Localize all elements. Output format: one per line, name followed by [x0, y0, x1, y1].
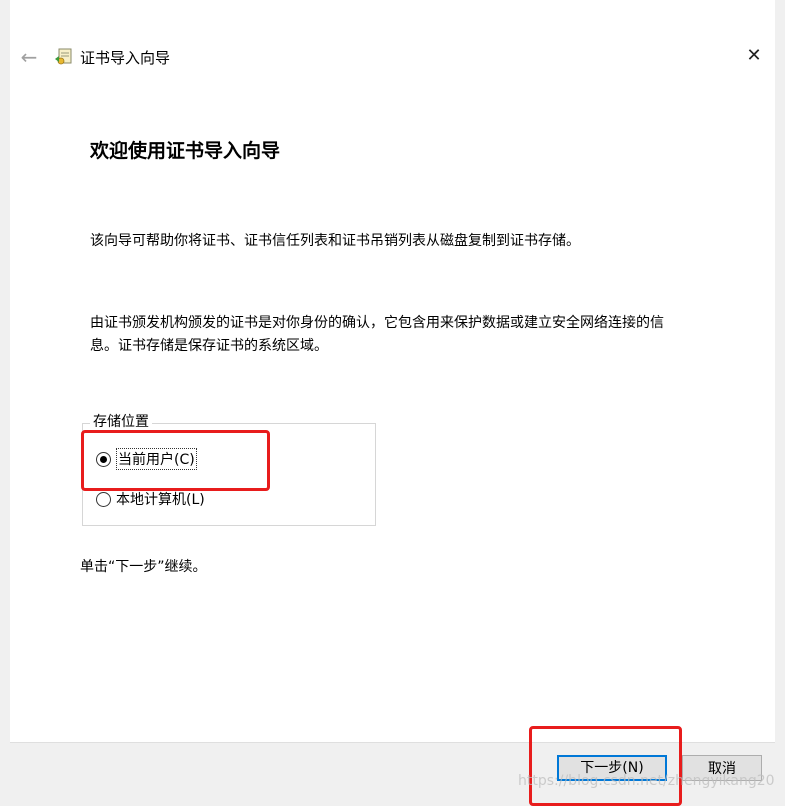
- intro-paragraph: 该向导可帮助你将证书、证书信任列表和证书吊销列表从磁盘复制到证书存储。: [90, 233, 580, 249]
- description-line-2: 息。证书存储是保存证书的系统区域。: [90, 338, 328, 354]
- close-icon[interactable]: ✕: [742, 44, 766, 68]
- wizard-title: 证书导入向导: [80, 49, 171, 67]
- page-heading: 欢迎使用证书导入向导: [90, 140, 281, 162]
- radio-local-machine[interactable]: 本地计算机(L): [96, 488, 205, 510]
- certificate-wizard-icon: [55, 48, 72, 65]
- red-annotation-box-next: [529, 726, 682, 806]
- continue-hint: 单击“下一步”继续。: [80, 559, 207, 575]
- storage-location-label: 存储位置: [90, 412, 152, 432]
- title-row: ← 证书导入向导 ✕: [10, 38, 775, 78]
- radio-label-local-machine: 本地计算机(L): [116, 492, 205, 508]
- description-paragraph: 由证书颁发机构颁发的证书是对你身份的确认，它包含用来保护数据或建立安全网络连接的…: [90, 312, 730, 358]
- certificate-import-wizard-dialog: ← 证书导入向导 ✕ 欢迎使用证书导入向导 该向导可帮助你将证书、证书信任列表和…: [10, 0, 775, 803]
- description-line-1: 由证书颁发机构颁发的证书是对你身份的确认，它包含用来保护数据或建立安全网络连接的…: [90, 315, 664, 331]
- red-annotation-box-current-user: [81, 430, 270, 491]
- back-arrow-icon[interactable]: ←: [18, 46, 40, 68]
- cancel-button[interactable]: 取消: [682, 755, 762, 781]
- radio-button-unselected[interactable]: [96, 491, 111, 507]
